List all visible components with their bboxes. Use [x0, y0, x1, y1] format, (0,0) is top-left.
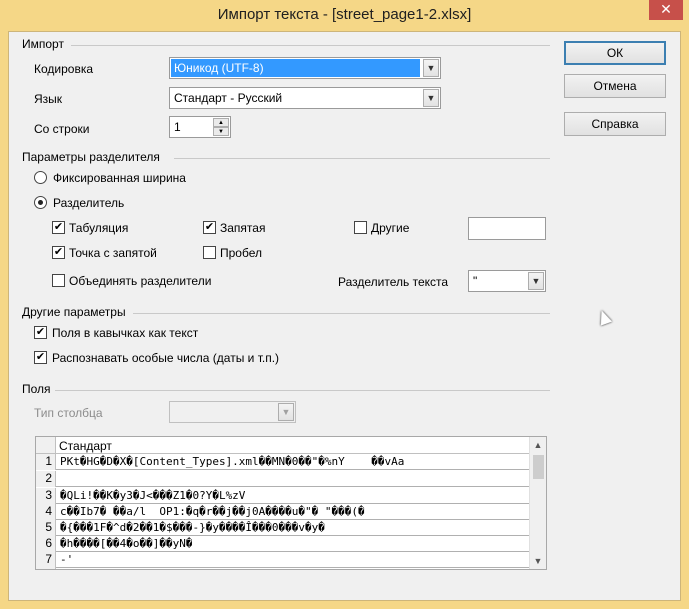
divider — [55, 390, 550, 391]
table-row: 2 — [36, 471, 530, 487]
from-row-stepper[interactable]: 1 ▲ ▼ — [169, 116, 231, 138]
preview-header: Стандарт — [36, 437, 530, 454]
encoding-value: Юникод (UTF-8) — [171, 59, 420, 77]
table-row: 3 �QLi!��K�y3�J<���Z1�0?Y�L%zV — [36, 488, 530, 504]
language-value: Стандарт - Русский — [174, 91, 283, 105]
divider — [133, 313, 550, 314]
detect-special-numbers-label: Распознавать особые числа (даты и т.п.) — [52, 351, 280, 365]
row-text: �QLi!��K�y3�J<���Z1�0?Y�L%zV — [60, 489, 246, 502]
semicolon-checkbox[interactable]: ✔ — [52, 246, 65, 259]
dialog-body: Импорт Кодировка Юникод (UTF-8) ▼ Язык С… — [8, 31, 681, 601]
semicolon-label: Точка с запятой — [69, 246, 157, 260]
preview-scrollbar[interactable]: ▲ ▼ — [529, 437, 546, 569]
separated-by-radio[interactable] — [34, 196, 47, 209]
separated-by-label: Разделитель — [53, 196, 125, 210]
from-row-value: 1 — [174, 120, 181, 134]
row-number: 3 — [36, 488, 56, 504]
table-row: 6 �h����[��4�o��]��yN� — [36, 536, 530, 552]
other-label: Другие — [371, 221, 410, 235]
row-number: 6 — [36, 536, 56, 552]
other-options-group-label: Другие параметры — [22, 305, 126, 319]
import-group-label: Импорт — [22, 37, 64, 51]
row-text: �{���1F�^d�2��1�$���-}�y����Î���0���v�y� — [60, 521, 325, 534]
column-type-label: Тип столбца — [34, 406, 103, 420]
row-text: -' — [60, 553, 74, 566]
table-row: 5 �{���1F�^d�2��1�$���-}�y����Î���0���v�… — [36, 520, 530, 536]
data-preview[interactable]: Стандарт 1 PKt�HG�D�X�[Content_Types].xm… — [35, 436, 547, 570]
scroll-thumb[interactable] — [533, 455, 544, 479]
row-number: 1 — [36, 454, 56, 470]
fields-group-label: Поля — [22, 382, 51, 396]
scroll-down-icon[interactable]: ▼ — [532, 555, 544, 567]
row-number: 5 — [36, 520, 56, 536]
column-type-select[interactable]: ▼ — [169, 401, 296, 423]
space-checkbox[interactable] — [203, 246, 216, 259]
fixed-width-radio[interactable] — [34, 171, 47, 184]
cancel-button[interactable]: Отмена — [564, 74, 666, 98]
chevron-down-icon[interactable]: ▼ — [423, 59, 439, 77]
encoding-label: Кодировка — [34, 62, 94, 76]
chevron-down-icon[interactable]: ▼ — [423, 89, 439, 107]
row-number: 8 — [36, 568, 56, 569]
merge-delimiters-checkbox[interactable] — [52, 274, 65, 287]
row-number: 4 — [36, 504, 56, 520]
spin-up-icon[interactable]: ▲ — [213, 118, 229, 127]
row-text: PKt�HG�D�X�[Content_Types].xml��MN�0��"�… — [60, 455, 405, 468]
table-row: 7 -' — [36, 552, 530, 568]
row-text: c��Ib7� ��a/l OP1:�q�r��j��j0A����u�"� "… — [60, 505, 365, 518]
comma-checkbox[interactable]: ✔ — [203, 221, 216, 234]
other-separator-input[interactable] — [468, 217, 546, 240]
help-button[interactable]: Справка — [564, 112, 666, 136]
detect-special-numbers-checkbox[interactable]: ✔ — [34, 351, 47, 364]
row-number: 2 — [36, 471, 56, 487]
title-bar: Импорт текста - [street_page1-2.xlsx] ✕ — [0, 0, 689, 30]
spin-down-icon[interactable]: ▼ — [213, 127, 229, 136]
row-text: �h����[��4�o��]��yN� — [60, 537, 193, 550]
separator-group-label: Параметры разделителя — [22, 150, 160, 164]
quoted-as-text-label: Поля в кавычках как текст — [52, 326, 199, 340]
table-row: 8 — [36, 568, 530, 569]
row-number: 7 — [36, 552, 56, 568]
language-select[interactable]: Стандарт - Русский ▼ — [169, 87, 441, 109]
window-title: Импорт текста - [street_page1-2.xlsx] — [217, 6, 472, 23]
chevron-down-icon[interactable]: ▼ — [278, 403, 294, 421]
comma-label: Запятая — [220, 221, 266, 235]
quoted-as-text-checkbox[interactable]: ✔ — [34, 326, 47, 339]
import-text-dialog: Импорт текста - [street_page1-2.xlsx] ✕ … — [0, 0, 689, 609]
text-delimiter-value: " — [473, 274, 478, 288]
from-row-label: Со строки — [34, 122, 90, 136]
text-delimiter-label: Разделитель текста — [338, 275, 449, 289]
tab-label: Табуляция — [69, 221, 129, 235]
space-label: Пробел — [220, 246, 262, 260]
table-row: 1 PKt�HG�D�X�[Content_Types].xml��MN�0��… — [36, 454, 530, 470]
text-delimiter-select[interactable]: " ▼ — [468, 270, 546, 292]
column-header[interactable]: Стандарт — [59, 439, 112, 453]
close-button[interactable]: ✕ — [649, 0, 683, 20]
scroll-up-icon[interactable]: ▲ — [532, 439, 544, 451]
table-row: 4 c��Ib7� ��a/l OP1:�q�r��j��j0A����u�"�… — [36, 504, 530, 520]
fixed-width-label: Фиксированная ширина — [53, 171, 186, 185]
header-corner — [36, 437, 56, 453]
divider — [71, 45, 550, 46]
encoding-select[interactable]: Юникод (UTF-8) ▼ — [169, 57, 441, 79]
language-label: Язык — [34, 92, 63, 106]
ok-button[interactable]: ОК — [564, 41, 666, 65]
divider — [174, 158, 550, 159]
merge-delimiters-label: Объединять разделители — [69, 274, 212, 288]
tab-checkbox[interactable]: ✔ — [52, 221, 65, 234]
chevron-down-icon[interactable]: ▼ — [528, 272, 544, 290]
other-checkbox[interactable] — [354, 221, 367, 234]
